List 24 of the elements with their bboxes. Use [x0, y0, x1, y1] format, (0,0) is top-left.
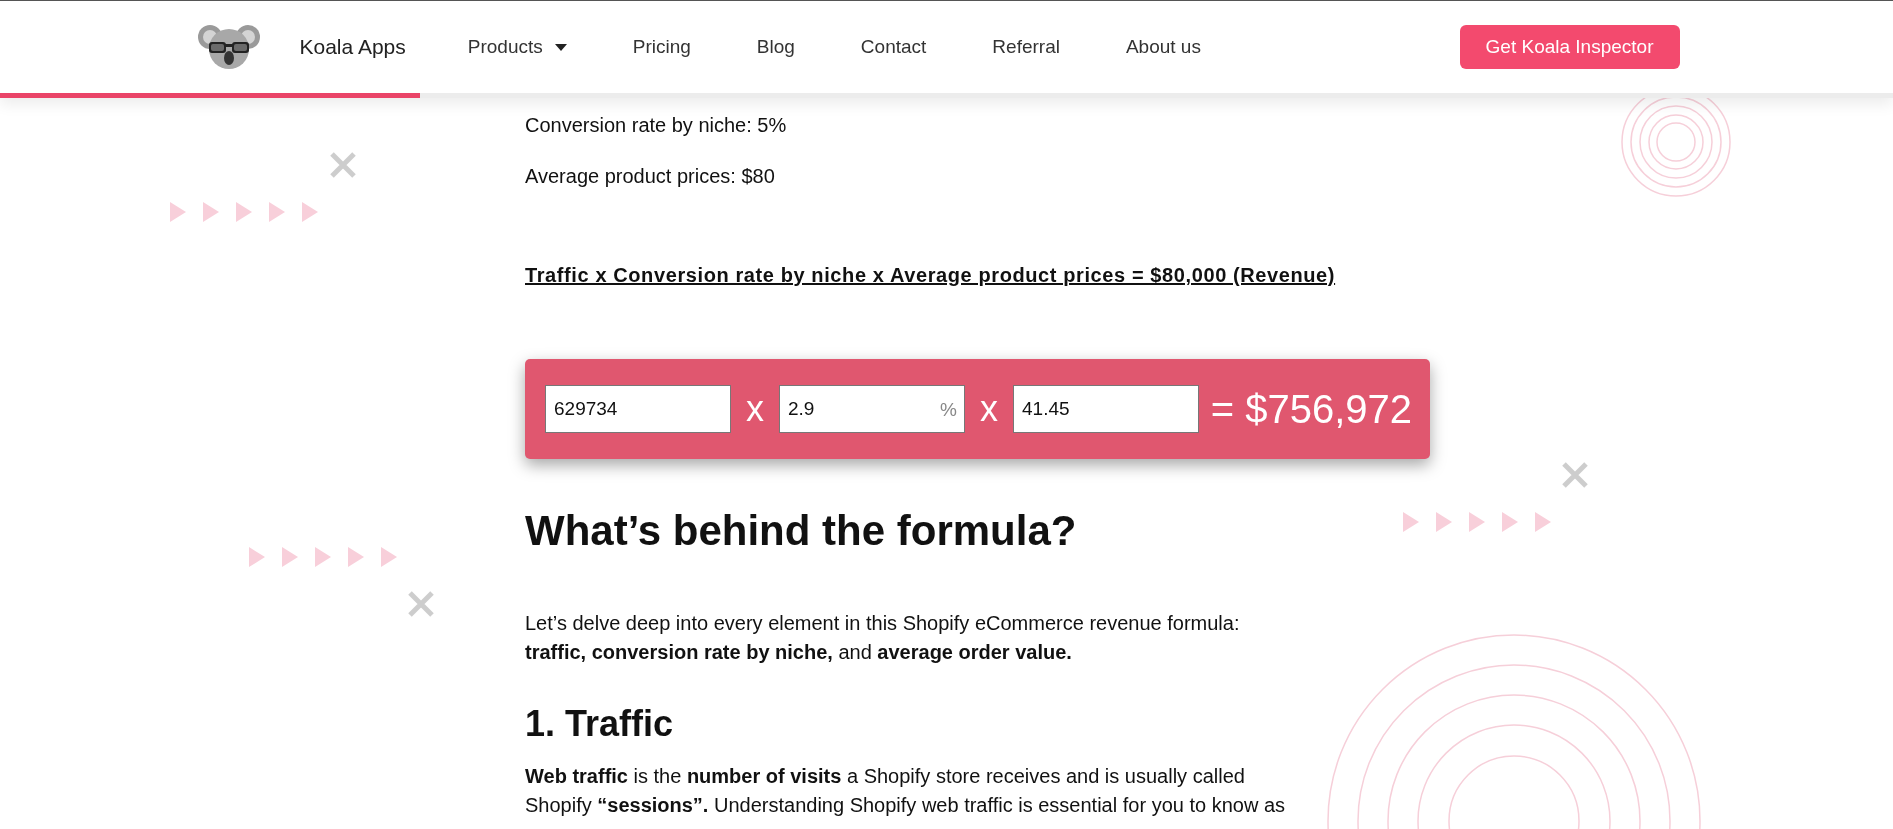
cross-icon: [408, 591, 434, 617]
caret-icon: [554, 43, 567, 51]
paragraph-text: Let’s delve deep into every element in this Shopify eCommerce revenue formula: traffic, conversion rate by niche, and average order value.: [525, 611, 1241, 665]
section-heading: 1. Traffic: [525, 703, 675, 745]
nav-link[interactable]: Contact: [860, 32, 927, 62]
nav-link[interactable]: Referral: [992, 32, 1060, 62]
logo-text[interactable]: Koala Apps: [299, 31, 406, 63]
nav-link[interactable]: Pricing: [632, 32, 691, 62]
stat-text: Conversion rate by niche: 5%: [525, 113, 788, 138]
paragraph-text: Web traffic is the number of visits a Shopify store receives and is usually called Shopify “sessions”. Understanding Shopify web traffic is essential for you to know as: [525, 764, 1287, 818]
operator-text: x: [745, 391, 765, 427]
nav-link[interactable]: Products: [467, 32, 567, 62]
cross-icon: [1562, 462, 1588, 488]
formula-text: Traffic x Conversion rate by niche x Average product prices = $80,000 (Revenue): [525, 263, 1337, 288]
cross-icon: [330, 152, 356, 178]
input-field[interactable]: 629734: [545, 385, 731, 433]
operator-text: x: [979, 391, 999, 427]
input-field[interactable]: 41.45: [1013, 385, 1199, 433]
koala-icon: [197, 23, 260, 71]
nav-link[interactable]: About us: [1125, 32, 1201, 62]
nav-link[interactable]: Blog: [756, 32, 795, 62]
section-heading: What’s behind the formula?: [525, 507, 1078, 555]
stat-text: Average product prices: $80: [525, 164, 776, 189]
unit-label: %: [940, 397, 957, 422]
